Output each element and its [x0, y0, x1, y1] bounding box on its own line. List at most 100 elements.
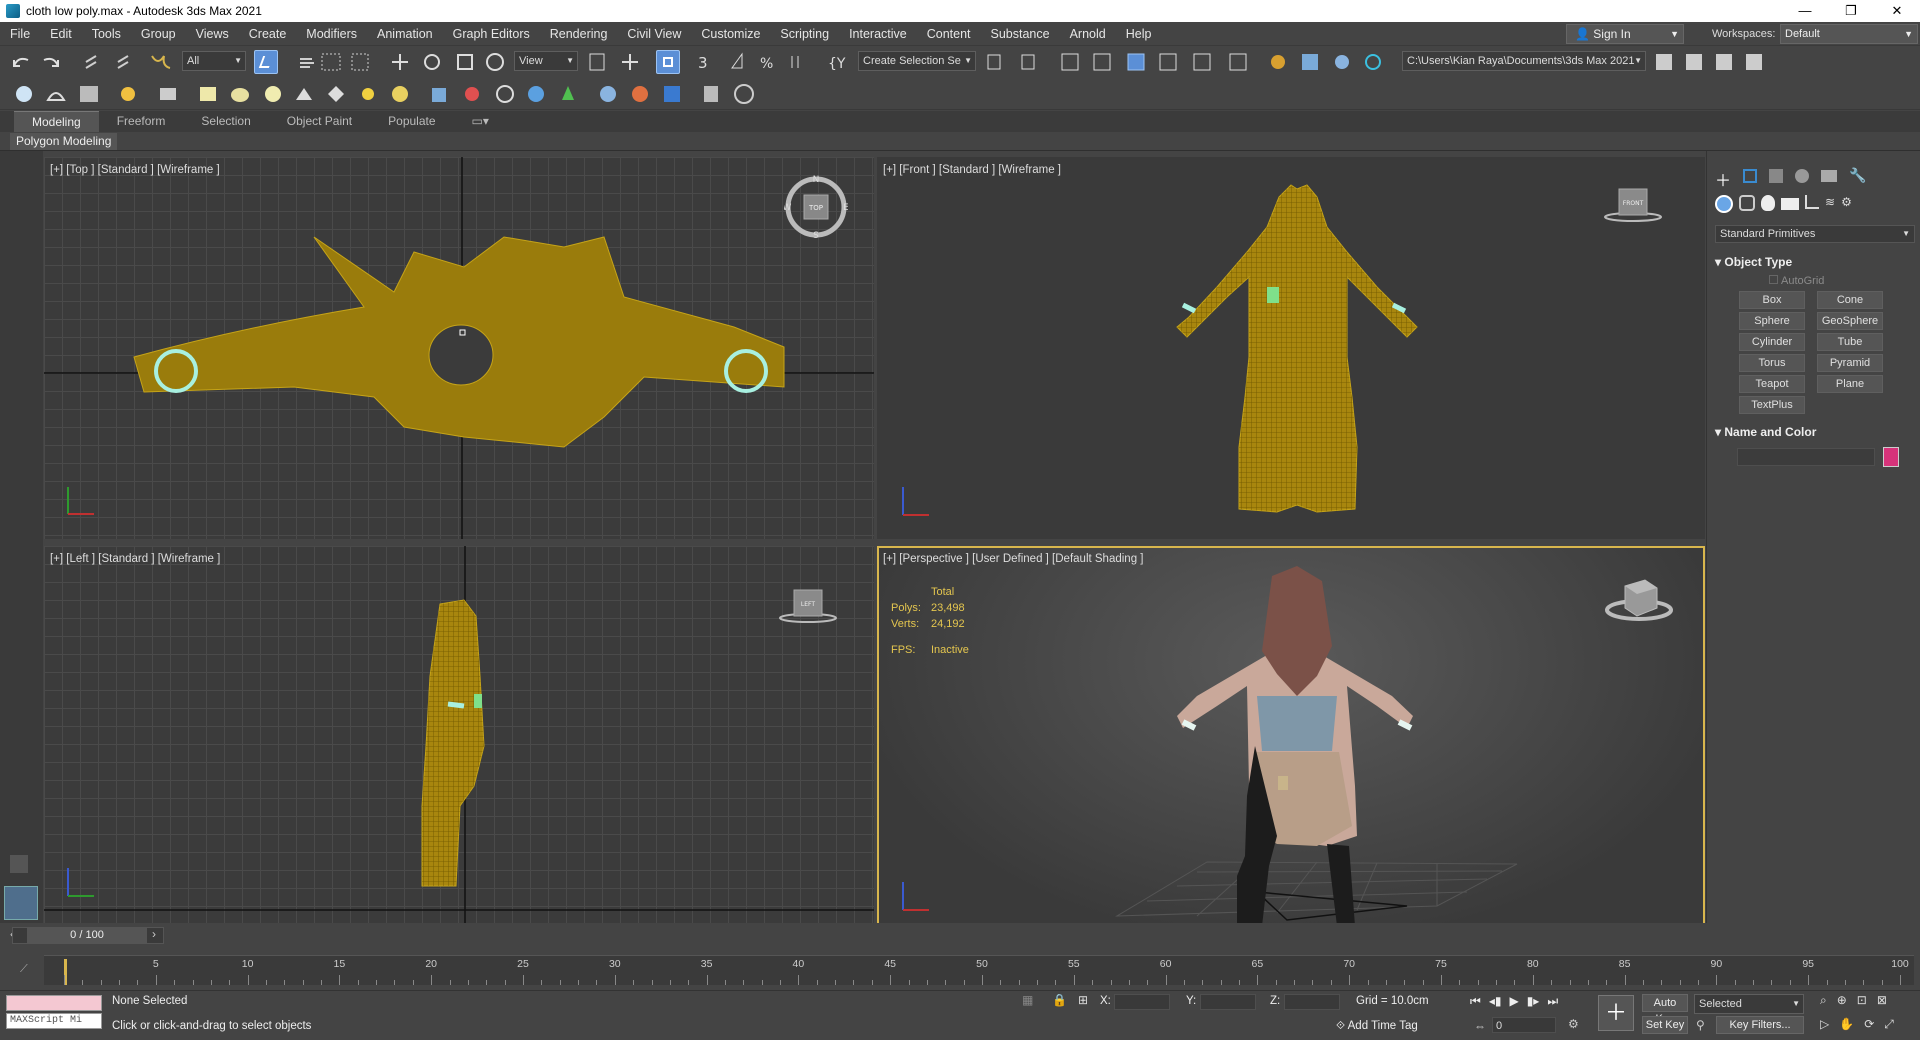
maxscript-mini-listener[interactable]: MAXScript Mi [6, 1013, 102, 1029]
curve-editor-icon[interactable]: ⟋ [20, 963, 28, 976]
key-mode-toggle-icon[interactable]: ⚲ [1696, 1018, 1705, 1032]
box-button[interactable]: Box [1739, 291, 1805, 309]
name-and-color-rollout[interactable]: ▾ Name and Color [1715, 425, 1915, 439]
minimize-icon[interactable]: — [1782, 0, 1828, 22]
tube-button[interactable]: Tube [1817, 333, 1883, 351]
viewport-top-label[interactable]: [+] [Top ] [Standard ] [Wireframe ] [50, 164, 220, 176]
time-slider[interactable]: 0 / 100 [12, 927, 164, 944]
field-of-view-icon[interactable]: ▷ [1820, 1017, 1829, 1032]
go-to-start-icon[interactable]: ⏮ [1470, 994, 1481, 1009]
workspace-dropdown[interactable]: Default ▼ [1780, 24, 1918, 44]
z-coordinate-field[interactable] [1284, 994, 1340, 1010]
menu-rendering[interactable]: Rendering [540, 22, 618, 46]
viewport-front[interactable]: [+] [Front ] [Standard ] [Wireframe ] FR… [877, 157, 1705, 539]
tab-object-paint[interactable]: Object Paint [269, 111, 370, 132]
viewport-left[interactable]: [+] [Left ] [Standard ] [Wireframe ] LEF… [44, 546, 874, 924]
menu-create[interactable]: Create [239, 22, 297, 46]
zoom-extents-all-icon[interactable]: ⊠ [1877, 993, 1887, 1008]
cylinder-button[interactable]: Cylinder [1739, 333, 1805, 351]
systems-icon[interactable]: ⚙ [1841, 195, 1852, 213]
object-color-swatch[interactable] [1883, 447, 1899, 467]
isolate-icon[interactable]: ▦ [1022, 993, 1033, 1007]
x-coordinate-field[interactable] [1114, 994, 1170, 1010]
pan-icon[interactable]: ✋ [1839, 1017, 1854, 1032]
select-object-button[interactable] [254, 50, 278, 74]
viewcube-perspective[interactable] [1603, 576, 1673, 626]
menu-scripting[interactable]: Scripting [770, 22, 839, 46]
helpers-icon[interactable] [1805, 195, 1819, 209]
set-key-big-icon[interactable]: ＋ [1598, 995, 1634, 1031]
pyramid-button[interactable]: Pyramid [1817, 354, 1883, 372]
absolute-mode-icon[interactable]: ⊞ [1078, 993, 1088, 1007]
maximize-viewport-icon[interactable]: ⤢ [1884, 1017, 1894, 1032]
viewport-perspective-label[interactable]: [+] [Perspective ] [User Defined ] [Defa… [883, 553, 1143, 565]
project-path-dropdown[interactable]: C:\Users\Kian Raya\Documents\3ds Max 202… [1402, 51, 1646, 71]
viewport-front-label[interactable]: [+] [Front ] [Standard ] [Wireframe ] [883, 164, 1061, 176]
add-time-tag-button[interactable]: ⟐ Add Time Tag [1336, 1020, 1418, 1033]
go-to-end-icon[interactable]: ⏭ [1547, 994, 1558, 1009]
textplus-button[interactable]: TextPlus [1739, 396, 1805, 414]
shapes-icon[interactable] [1739, 195, 1755, 211]
viewcube-top[interactable]: TOP N S E W [783, 175, 850, 241]
zoom-icon[interactable]: ⌕ [1820, 993, 1827, 1008]
object-type-rollout[interactable]: ▾ Object Type [1715, 255, 1915, 269]
tab-selection[interactable]: Selection [183, 111, 268, 132]
sign-in-button[interactable]: 👤 Sign In ▼ [1566, 24, 1684, 44]
menu-civil-view[interactable]: Civil View [617, 22, 691, 46]
selection-set-dropdown[interactable]: Selected ▼ [1694, 994, 1804, 1014]
menu-arnold[interactable]: Arnold [1060, 22, 1116, 46]
space-warps-icon[interactable]: ≋ [1825, 195, 1835, 213]
viewport-layout-icon[interactable] [4, 886, 38, 920]
use-pivot-button[interactable] [656, 50, 680, 74]
tab-populate[interactable]: Populate [370, 111, 453, 132]
selection-filter-dropdown[interactable]: All ▼ [182, 51, 246, 71]
cone-button[interactable]: Cone [1817, 291, 1883, 309]
lock-selection-icon[interactable]: 🔒 [1052, 993, 1067, 1007]
modify-tab-icon[interactable] [1743, 169, 1758, 183]
torus-button[interactable]: Torus [1739, 354, 1805, 372]
menu-graph-editors[interactable]: Graph Editors [443, 22, 540, 46]
menu-file[interactable]: File [0, 22, 40, 46]
viewport-perspective[interactable]: [+] [Perspective ] [User Defined ] [Defa… [877, 546, 1705, 930]
motion-tab-icon[interactable] [1795, 169, 1810, 183]
zoom-extents-icon[interactable]: ⊡ [1857, 993, 1867, 1008]
viewcube-left[interactable]: LEFT [778, 584, 838, 628]
named-selection-sets-dropdown[interactable]: Create Selection Se ▼ [858, 51, 976, 71]
hierarchy-tab-icon[interactable] [1769, 169, 1784, 183]
geometry-icon[interactable] [1715, 195, 1733, 213]
menu-modifiers[interactable]: Modifiers [296, 22, 367, 46]
previous-frame-icon[interactable]: ◂▮ [1489, 994, 1502, 1009]
menu-animation[interactable]: Animation [367, 22, 443, 46]
menu-customize[interactable]: Customize [691, 22, 770, 46]
polygon-modeling-button[interactable]: Polygon Modeling [10, 133, 118, 150]
close-icon[interactable]: ✕ [1874, 0, 1920, 22]
cameras-icon[interactable] [1781, 198, 1799, 210]
ribbon-options-icon[interactable]: ▭▾ [454, 111, 507, 132]
expand-arrow-icon[interactable] [10, 855, 28, 873]
zoom-all-icon[interactable]: ⊕ [1837, 993, 1847, 1008]
autogrid-checkbox[interactable]: AutoGrid [1769, 275, 1824, 287]
tab-modeling[interactable]: Modeling [14, 110, 99, 133]
key-mode-icon[interactable]: ⇔ [1474, 1019, 1486, 1033]
maxscript-listener-output[interactable] [6, 995, 102, 1011]
utilities-tab-icon[interactable]: 🔧 [1849, 167, 1866, 191]
track-bar[interactable]: 5 10 15 20 25 30 35 40 45 50 55 60 65 70 75 80 85 90 95 100 [44, 955, 1914, 985]
menu-tools[interactable]: Tools [82, 22, 131, 46]
orbit-icon[interactable]: ⟳ [1864, 1017, 1874, 1032]
time-configuration-icon[interactable]: ⚙ [1568, 1017, 1579, 1031]
viewcube-front[interactable]: FRONT [1603, 183, 1663, 227]
current-frame-field[interactable]: 0 [1492, 1017, 1556, 1033]
set-key-button[interactable]: Set Key [1642, 1016, 1688, 1034]
viewport-left-label[interactable]: [+] [Left ] [Standard ] [Wireframe ] [50, 553, 220, 565]
viewport-top[interactable]: [+] [Top ] [Standard ] [Wireframe ] TOP … [44, 157, 874, 539]
menu-views[interactable]: Views [186, 22, 239, 46]
tab-freeform[interactable]: Freeform [99, 111, 184, 132]
menu-substance[interactable]: Substance [981, 22, 1060, 46]
teapot-button[interactable]: Teapot [1739, 375, 1805, 393]
menu-interactive[interactable]: Interactive [839, 22, 917, 46]
menu-help[interactable]: Help [1116, 22, 1162, 46]
lights-icon[interactable] [1761, 195, 1775, 211]
sphere-button[interactable]: Sphere [1739, 312, 1805, 330]
reference-coordinate-dropdown[interactable]: View ▼ [514, 51, 578, 71]
time-slider-thumb[interactable]: 0 / 100 [27, 928, 147, 943]
